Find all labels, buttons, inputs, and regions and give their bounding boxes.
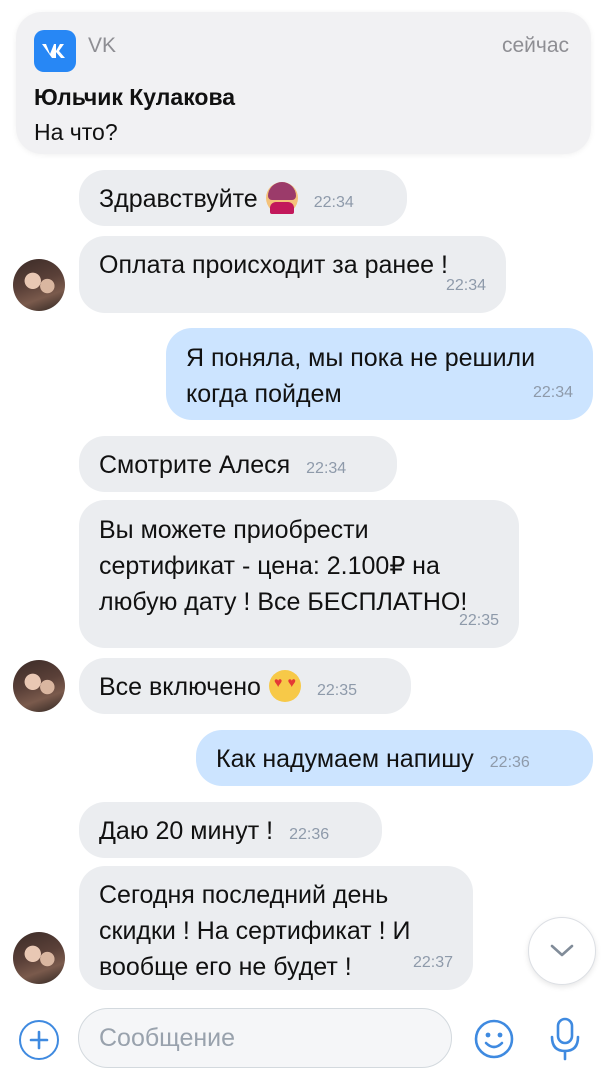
scroll-down-button[interactable] [528,917,596,985]
message-time: 22:34 [306,460,347,477]
message-time: 22:36 [489,754,530,771]
message-text: Вы можете приобрести сертификат - цена: … [99,516,468,616]
message-text: Смотрите Алеся [99,451,291,479]
message-time: 22:36 [289,826,330,843]
chevron-down-icon [550,944,574,957]
avatar[interactable] [13,259,65,311]
message-time: 22:34 [313,194,354,211]
emoji-icon[interactable] [473,1018,515,1060]
message-bubble-incoming[interactable]: Вы можете приобрести сертификат - цена: … [79,500,519,648]
message-text: Я поняла, мы пока не решили когда пойдем [186,344,536,408]
message-bubble-incoming[interactable]: Здравствуйте 22:34 [79,170,407,226]
message-time: 22:37 [412,954,453,971]
plus-icon [29,1030,49,1050]
message-text: Здравствуйте [99,185,258,213]
message-bubble-incoming[interactable]: Все включено 22:35 [79,658,411,714]
message-input[interactable] [78,1008,452,1068]
push-notification[interactable]: VK сейчас Юльчик Кулакова На что? [16,12,591,154]
microphone-icon[interactable] [545,1016,585,1062]
attach-button[interactable] [19,1020,59,1060]
message-text: Сегодня последний день скидки ! На серти… [99,881,411,981]
message-bubble-incoming[interactable]: Смотрите Алеся 22:34 [79,436,397,492]
app-name: VK [88,34,117,57]
avatar[interactable] [13,660,65,712]
message-text: Оплата происходит за ранее ! [99,251,448,279]
woman-raising-hand-emoji-icon [265,182,298,214]
notification-preview: На что? [34,119,118,145]
message-time: 22:35 [316,682,357,699]
message-composer [0,996,607,1080]
message-time: 22:35 [458,612,499,629]
message-time: 22:34 [445,277,486,294]
message-bubble-incoming[interactable]: Сегодня последний день скидки ! На серти… [79,866,473,990]
message-text: Все включено [99,673,261,701]
message-text: Как надумаем напишу [216,745,474,773]
message-bubble-outgoing[interactable]: Я поняла, мы пока не решили когда пойдем… [166,328,593,420]
avatar[interactable] [13,932,65,984]
message-time: 22:34 [532,384,573,401]
vk-logo-icon [34,30,76,72]
message-bubble-incoming[interactable]: Оплата происходит за ранее ! 22:34 [79,236,506,313]
notification-time: сейчас [501,34,569,57]
message-bubble-incoming[interactable]: Даю 20 минут ! 22:36 [79,802,382,858]
notification-sender: Юльчик Кулакова [34,84,236,110]
heart-eyes-emoji-icon [268,670,301,702]
message-text: Даю 20 минут ! [99,817,274,845]
message-bubble-outgoing[interactable]: Как надумаем напишу 22:36 [196,730,593,786]
